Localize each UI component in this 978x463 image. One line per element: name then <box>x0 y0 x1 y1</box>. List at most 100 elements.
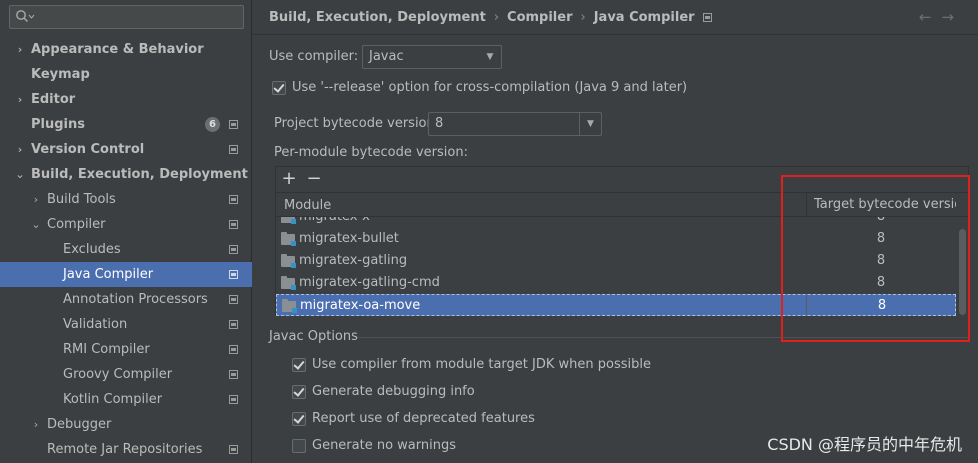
watermark: CSDN @程序员的中年危机 <box>767 435 962 454</box>
chevron-right-icon[interactable]: › <box>14 37 26 62</box>
search-icon <box>16 10 35 22</box>
sidebar-item-label: Excludes <box>63 242 121 257</box>
module-name: migratex-bullet <box>299 231 399 246</box>
sidebar-item-label: Kotlin Compiler <box>63 392 163 407</box>
module-folder-icon <box>281 232 296 246</box>
javac-options-title: Javac Options <box>269 329 358 344</box>
settings-sidebar: › Appearance & Behavior Keymap › Editor … <box>0 0 252 463</box>
sidebar-item-label: Editor <box>31 92 76 107</box>
project-scope-icon <box>229 295 238 304</box>
chevron-down-icon[interactable]: ⌄ <box>14 162 26 187</box>
sidebar-item-label: Build Tools <box>47 192 116 207</box>
sidebar-item-label: Appearance & Behavior <box>31 42 204 57</box>
module-folder-icon <box>281 254 296 268</box>
annotation-highlight-box <box>781 175 970 342</box>
module-name: migratex-gatling-cmd <box>299 275 440 290</box>
module-column-header[interactable]: Module <box>284 198 331 213</box>
module-target-jdk-label: Use compiler from module target JDK when… <box>312 357 651 372</box>
project-bytecode-select[interactable]: 8 ▼ <box>428 112 602 136</box>
sidebar-item-annotation-processors[interactable]: Annotation Processors <box>0 287 252 312</box>
sidebar-item-label: Annotation Processors <box>63 292 208 307</box>
sidebar-item-remote-jar-repositories[interactable]: Remote Jar Repositories <box>0 437 252 462</box>
project-scope-icon <box>229 345 238 354</box>
chevron-down-icon[interactable]: ⌄ <box>30 212 42 237</box>
history-navigation: ←→ <box>919 8 964 26</box>
sidebar-item-label: Keymap <box>31 67 90 82</box>
debugging-info-checkbox[interactable] <box>292 385 306 399</box>
search-input[interactable] <box>9 5 244 29</box>
sidebar-item-compiler[interactable]: ⌄ Compiler <box>0 212 252 237</box>
project-scope-icon <box>229 195 238 204</box>
breadcrumb-item: Build, Execution, Deployment <box>269 10 486 25</box>
project-scope-icon <box>229 370 238 379</box>
chevron-right-icon[interactable]: › <box>14 137 26 162</box>
module-name: migratex-oa-move <box>300 298 421 313</box>
header-divider <box>253 34 978 35</box>
project-scope-icon <box>229 120 238 129</box>
project-scope-icon <box>229 445 238 454</box>
project-scope-icon <box>229 395 238 404</box>
sidebar-item-build-execution-deployment[interactable]: ⌄ Build, Execution, Deployment <box>0 162 252 187</box>
chevron-down-icon: ▼ <box>579 113 601 135</box>
use-compiler-select[interactable]: Javac ▼ <box>362 45 502 69</box>
module-target-jdk-checkbox[interactable] <box>292 358 306 372</box>
module-folder-icon <box>281 276 296 290</box>
project-bytecode-value: 8 <box>435 116 444 131</box>
use-compiler-value: Javac <box>369 49 404 64</box>
sidebar-item-plugins[interactable]: Plugins 6 <box>0 112 252 137</box>
breadcrumb-separator: › <box>580 10 586 25</box>
sidebar-item-label: Debugger <box>47 417 112 432</box>
sidebar-item-label: RMI Compiler <box>63 342 150 357</box>
breadcrumb-separator: › <box>493 10 500 25</box>
module-folder-icon <box>281 217 296 224</box>
chevron-down-icon: ▼ <box>486 52 494 62</box>
project-scope-icon <box>229 245 238 254</box>
sidebar-item-build-tools[interactable]: › Build Tools <box>0 187 252 212</box>
sidebar-item-excludes[interactable]: Excludes <box>0 237 252 262</box>
deprecated-features-checkbox[interactable] <box>292 412 306 426</box>
debugging-info-label: Generate debugging info <box>312 384 475 399</box>
chevron-right-icon[interactable]: › <box>30 187 42 212</box>
sidebar-item-keymap[interactable]: Keymap <box>0 62 252 87</box>
per-module-label: Per-module bytecode version: <box>274 145 468 160</box>
remove-module-button[interactable]: − <box>304 169 324 189</box>
no-warnings-label: Generate no warnings <box>312 438 457 453</box>
sidebar-item-label: Remote Jar Repositories <box>47 442 203 457</box>
sidebar-item-java-compiler[interactable]: Java Compiler <box>0 262 252 287</box>
module-folder-icon <box>282 299 297 313</box>
module-name: migratex-x <box>299 217 370 228</box>
sidebar-item-label: Plugins <box>31 117 85 132</box>
project-scope-icon <box>702 13 712 22</box>
forward-arrow-icon[interactable]: → <box>941 8 964 26</box>
sidebar-item-validation[interactable]: Validation <box>0 312 252 337</box>
sidebar-item-label: Java Compiler <box>63 267 154 282</box>
sidebar-item-appearance-behavior[interactable]: › Appearance & Behavior <box>0 37 252 62</box>
settings-tree: › Appearance & Behavior Keymap › Editor … <box>0 37 252 462</box>
breadcrumb-item: Java Compiler <box>593 10 695 25</box>
release-option-checkbox[interactable] <box>272 81 286 95</box>
no-warnings-checkbox[interactable] <box>292 439 306 453</box>
chevron-right-icon[interactable]: › <box>30 412 42 437</box>
sidebar-item-version-control[interactable]: › Version Control <box>0 137 252 162</box>
release-option-label: Use '--release' option for cross-compila… <box>292 80 688 95</box>
sidebar-item-rmi-compiler[interactable]: RMI Compiler <box>0 337 252 362</box>
add-module-button[interactable]: + <box>279 169 299 189</box>
plugin-updates-badge: 6 <box>205 117 220 132</box>
breadcrumb-item: Compiler <box>507 10 573 25</box>
sidebar-item-editor[interactable]: › Editor <box>0 87 252 112</box>
project-scope-icon <box>229 270 238 279</box>
project-scope-icon <box>229 220 238 229</box>
project-scope-icon <box>229 320 238 329</box>
sidebar-item-debugger[interactable]: › Debugger <box>0 412 252 437</box>
sidebar-item-label: Version Control <box>31 142 145 157</box>
sidebar-item-kotlin-compiler[interactable]: Kotlin Compiler <box>0 387 252 412</box>
breadcrumb: Build, Execution, Deployment › Compiler › Ja… <box>269 9 712 27</box>
deprecated-features-label: Report use of deprecated features <box>312 411 535 426</box>
module-name: migratex-gatling <box>299 253 408 268</box>
chevron-right-icon[interactable]: › <box>14 87 26 112</box>
project-scope-icon <box>229 145 238 154</box>
sidebar-item-groovy-compiler[interactable]: Groovy Compiler <box>0 362 252 387</box>
sidebar-item-label: Build, Execution, Deployment <box>31 167 248 182</box>
back-arrow-icon[interactable]: ← <box>919 8 942 26</box>
use-compiler-label: Use compiler: <box>269 49 359 64</box>
